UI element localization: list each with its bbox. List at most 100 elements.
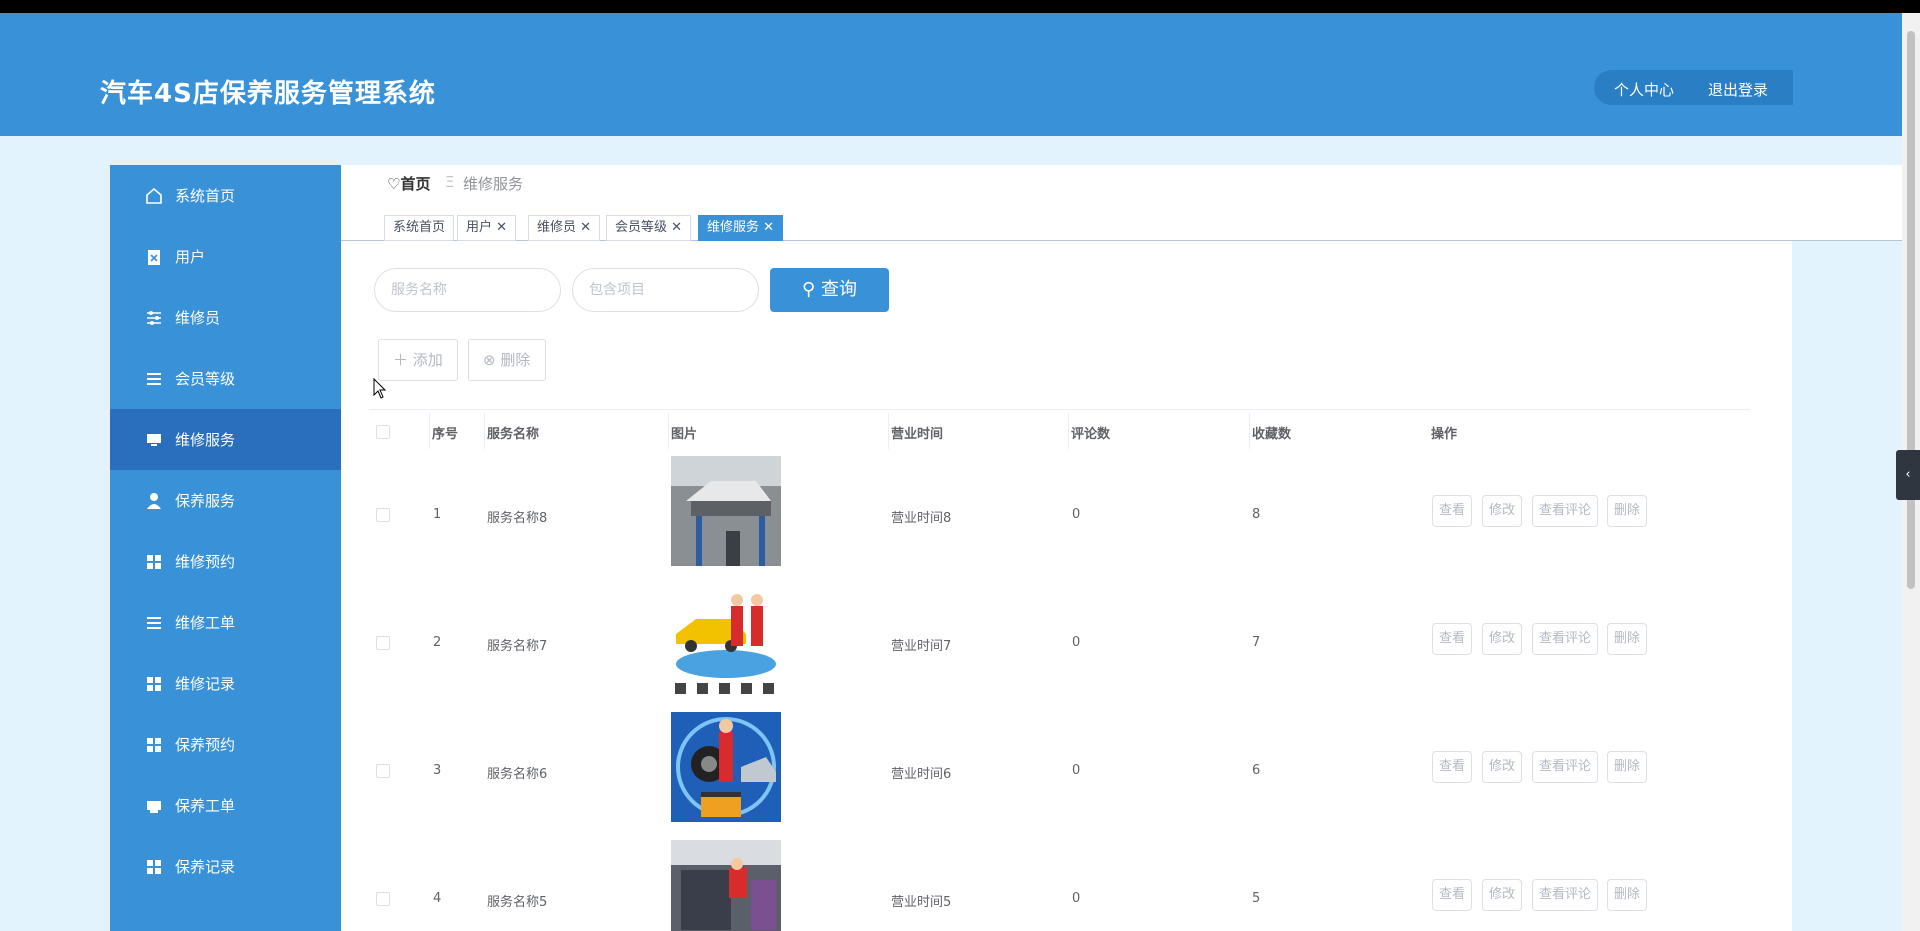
sliders-icon <box>147 311 161 325</box>
service-image <box>671 712 781 822</box>
sidebar-item-label: 保养记录 <box>175 858 236 876</box>
view-button[interactable]: 查看 <box>1432 495 1473 527</box>
main-content: ♡首页 Ξ 维修服务 系统首页 用户 ✕ 维修员 ✕ 会员等级 ✕ 维修服务 ✕… <box>341 165 1902 931</box>
list-icon <box>147 373 161 385</box>
logout-link[interactable]: 退出登录 <box>1708 79 1768 100</box>
sidebar-item-repair-appointments[interactable]: 维修预约 <box>110 531 341 592</box>
window-top-bar <box>0 0 1920 13</box>
service-name-input[interactable]: 服务名称 <box>374 268 561 312</box>
row-checkbox[interactable] <box>376 508 390 522</box>
row-delete-button[interactable]: 删除 <box>1607 879 1648 911</box>
sidebar-item-label: 保养预约 <box>175 736 236 754</box>
header-index: 序号 <box>432 427 459 442</box>
sidebar-item-label: 用户 <box>175 248 206 266</box>
tab-repair-services[interactable]: 维修服务 ✕ <box>698 215 784 241</box>
row-checkbox[interactable] <box>376 892 390 906</box>
view-button[interactable]: 查看 <box>1432 751 1473 783</box>
row-service-name: 服务名称7 <box>487 639 548 654</box>
sidebar-item-maintenance-appointments[interactable]: 保养预约 <box>110 714 341 775</box>
row-delete-button[interactable]: 删除 <box>1607 623 1648 655</box>
view-comments-button[interactable]: 查看评论 <box>1532 751 1599 783</box>
column-divider <box>484 413 485 449</box>
header-comment-count: 评论数 <box>1071 427 1111 442</box>
row-index: 4 <box>433 891 442 906</box>
row-comment-count: 0 <box>1072 891 1081 906</box>
delete-button[interactable]: ⊗ 删除 <box>468 339 546 381</box>
breadcrumb-current: 维修服务 <box>463 175 524 193</box>
user-center-link[interactable]: 个人中心 <box>1614 79 1674 100</box>
sidebar-item-label: 维修员 <box>175 309 221 327</box>
column-divider <box>668 413 669 449</box>
search-icon: ⚲ <box>802 279 816 300</box>
add-button[interactable]: ＋ 添加 <box>378 339 458 381</box>
close-icon[interactable]: ✕ <box>671 220 682 235</box>
breadcrumb-separator: Ξ <box>445 173 455 191</box>
edit-button[interactable]: 修改 <box>1482 751 1523 783</box>
sidebar-item-maintenance-services[interactable]: 保养服务 <box>110 470 341 531</box>
row-service-name: 服务名称6 <box>487 767 548 782</box>
tab-users[interactable]: 用户 ✕ <box>457 215 517 241</box>
sidebar-item-home[interactable]: 系统首页 <box>110 165 341 226</box>
header-favorite-count: 收藏数 <box>1252 427 1292 442</box>
tab-member-levels[interactable]: 会员等级 ✕ <box>606 215 692 241</box>
edit-button[interactable]: 修改 <box>1482 879 1523 911</box>
view-button[interactable]: 查看 <box>1432 879 1473 911</box>
row-delete-button[interactable]: 删除 <box>1607 751 1648 783</box>
sidebar-item-repair-services[interactable]: 维修服务 <box>110 409 341 470</box>
tab-repairmen[interactable]: 维修员 ✕ <box>528 215 601 241</box>
service-image <box>671 584 781 694</box>
grid-icon <box>147 860 161 874</box>
column-divider <box>888 413 889 449</box>
printer-icon <box>147 801 161 813</box>
row-business-hours: 营业时间7 <box>891 639 952 654</box>
grid-icon <box>147 677 161 691</box>
row-checkbox[interactable] <box>376 764 390 778</box>
close-icon[interactable]: ✕ <box>763 220 774 235</box>
sidebar-item-label: 维修服务 <box>175 431 236 449</box>
sidebar-item-member-levels[interactable]: 会员等级 <box>110 348 341 409</box>
row-service-name: 服务名称8 <box>487 511 548 526</box>
row-checkbox[interactable] <box>376 636 390 650</box>
row-index: 3 <box>433 763 442 778</box>
sidebar-item-maintenance-records[interactable]: 保养记录 <box>110 836 341 897</box>
sidebar-item-repair-orders[interactable]: 维修工单 <box>110 592 341 653</box>
row-index: 2 <box>433 635 442 650</box>
heart-icon: ♡ <box>387 175 401 193</box>
close-circle-icon: ⊗ <box>483 351 496 369</box>
view-comments-button[interactable]: 查看评论 <box>1532 495 1599 527</box>
close-icon[interactable]: ✕ <box>496 220 507 235</box>
scrollbar-thumb[interactable] <box>1907 31 1915 589</box>
sidebar-item-label: 维修工单 <box>175 614 236 632</box>
grid-icon <box>147 555 161 569</box>
select-all-checkbox[interactable] <box>376 425 390 439</box>
edit-button[interactable]: 修改 <box>1482 495 1523 527</box>
row-favorite-count: 6 <box>1252 763 1261 778</box>
sidebar-item-maintenance-orders[interactable]: 保养工单 <box>110 775 341 836</box>
view-comments-button[interactable]: 查看评论 <box>1532 623 1599 655</box>
column-divider <box>1068 413 1069 449</box>
included-items-input[interactable]: 包含项目 <box>572 268 759 312</box>
row-delete-button[interactable]: 删除 <box>1607 495 1648 527</box>
sidebar-item-label: 维修预约 <box>175 553 236 571</box>
collapse-panel-button[interactable]: ‹ <box>1896 450 1920 500</box>
sidebar-item-label: 保养工单 <box>175 797 236 815</box>
close-icon[interactable]: ✕ <box>580 220 591 235</box>
sidebar-item-users[interactable]: 用户 <box>110 226 341 287</box>
chevron-left-icon: ‹ <box>1905 467 1911 482</box>
edit-button[interactable]: 修改 <box>1482 623 1523 655</box>
tab-home[interactable]: 系统首页 <box>384 215 455 241</box>
header: 汽车4S店保养服务管理系统 个人中心 退出登录 <box>0 13 1902 136</box>
sidebar-item-repair-records[interactable]: 维修记录 <box>110 653 341 714</box>
app-title: 汽车4S店保养服务管理系统 <box>100 79 436 109</box>
breadcrumb-home[interactable]: ♡首页 <box>387 173 430 194</box>
grid-icon <box>147 738 161 752</box>
list-icon <box>147 617 161 629</box>
sidebar-item-repairmen[interactable]: 维修员 <box>110 287 341 348</box>
row-comment-count: 0 <box>1072 763 1081 778</box>
query-button[interactable]: ⚲ 查询 <box>770 268 889 312</box>
home-icon <box>146 187 162 204</box>
view-comments-button[interactable]: 查看评论 <box>1532 879 1599 911</box>
view-button[interactable]: 查看 <box>1432 623 1473 655</box>
header-actions: 操作 <box>1431 427 1458 442</box>
table-top-border <box>369 409 1750 410</box>
